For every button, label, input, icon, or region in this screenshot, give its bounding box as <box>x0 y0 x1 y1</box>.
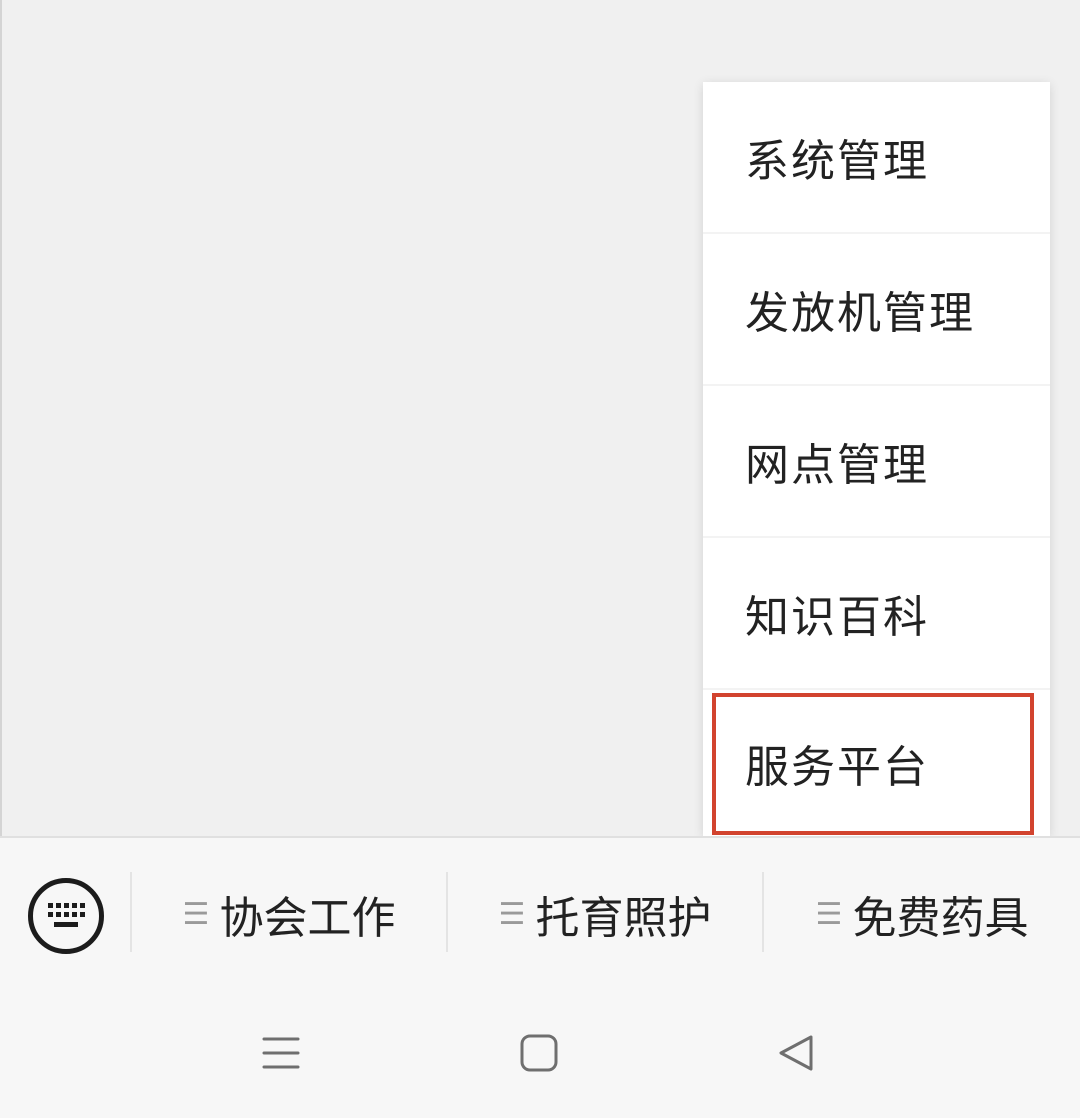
menu-label: 托育照护 <box>535 893 712 944</box>
keyboard-icon <box>48 903 85 927</box>
menu-lines-icon: ☰ <box>182 896 210 932</box>
menu-association-work[interactable]: ☰ 协会工作 <box>132 874 446 954</box>
menu-item-label: 发放机管理 <box>745 288 975 339</box>
home-button[interactable] <box>514 1028 564 1078</box>
menu-free-contraceptives[interactable]: ☰ 免费药具 <box>764 874 1080 954</box>
menu-item-label: 网点管理 <box>745 440 929 491</box>
menu-item-label: 知识百科 <box>745 592 929 643</box>
recent-apps-icon <box>262 1037 300 1069</box>
menu-item-dispenser-management[interactable]: 发放机管理 <box>703 234 1050 384</box>
menu-label: 协会工作 <box>219 893 396 944</box>
back-icon <box>779 1035 813 1071</box>
back-button[interactable] <box>774 1028 818 1078</box>
screen-edge <box>0 0 2 836</box>
recent-apps-button[interactable] <box>256 1028 306 1078</box>
popup-menu: 系统管理 发放机管理 网点管理 知识百科 服务平台 <box>703 82 1050 836</box>
menu-item-label: 服务平台 <box>745 742 929 793</box>
menu-item-system-management[interactable]: 系统管理 <box>703 82 1050 232</box>
keyboard-toggle-button[interactable] <box>28 878 104 954</box>
home-icon <box>520 1034 558 1072</box>
menu-item-label: 系统管理 <box>745 136 929 187</box>
menu-item-service-platform[interactable]: 服务平台 <box>703 690 1050 836</box>
menu-label: 免费药具 <box>852 893 1029 944</box>
menu-lines-icon: ☰ <box>498 896 526 932</box>
menu-lines-icon: ☰ <box>815 896 843 932</box>
menu-item-knowledge-base[interactable]: 知识百科 <box>703 538 1050 688</box>
menu-item-outlet-management[interactable]: 网点管理 <box>703 386 1050 536</box>
menu-childcare[interactable]: ☰ 托育照护 <box>448 874 762 954</box>
